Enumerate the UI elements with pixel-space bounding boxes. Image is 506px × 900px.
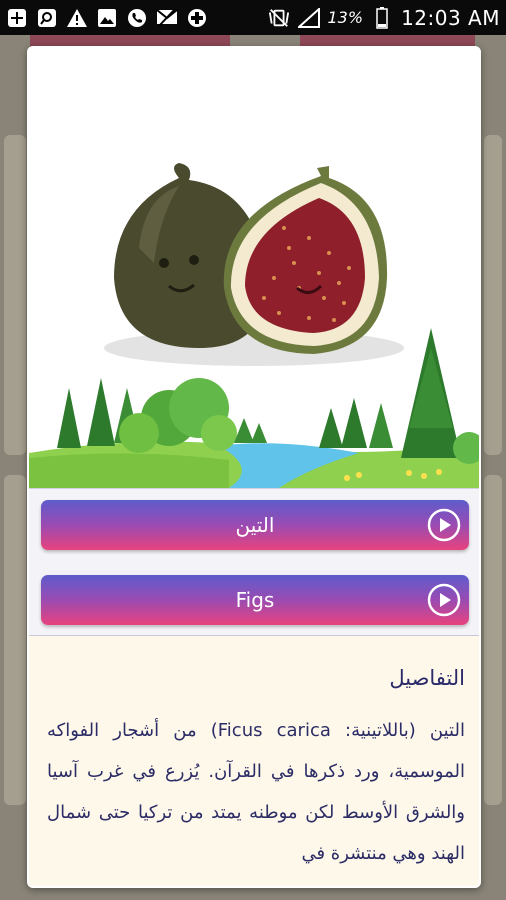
plus-icon (6, 7, 28, 29)
image-icon (96, 7, 118, 29)
play-icon (427, 583, 461, 617)
warning-icon (66, 7, 88, 29)
battery-icon (371, 6, 393, 29)
pronunciation-buttons: التين Figs (29, 488, 479, 636)
fruit-detail-dialog: التين Figs التفاصيل التين (باللاتينية: F… (27, 46, 481, 888)
arabic-name-label: التين (235, 513, 275, 537)
background-card-left (4, 135, 26, 455)
sms-blocked-icon (156, 7, 178, 29)
background-card-right (484, 135, 502, 455)
details-title: التفاصيل (389, 666, 465, 690)
play-arabic-name-button[interactable]: التين (41, 500, 469, 550)
details-section: التفاصيل التين (باللاتينية: Ficus carica… (29, 636, 479, 886)
play-english-name-button[interactable]: Figs (41, 575, 469, 625)
background-card-left-2 (4, 475, 26, 805)
medical-plus-icon (186, 7, 208, 29)
battery-percentage: 13% (327, 8, 364, 27)
vibrate-mute-icon (268, 7, 290, 29)
signal-icon (297, 7, 320, 29)
background-card-right-2 (484, 475, 502, 805)
clock: 12:03 AM (401, 5, 500, 30)
english-name-label: Figs (235, 588, 275, 612)
status-bar: 13% 12:03 AM (0, 0, 506, 35)
play-icon (427, 508, 461, 542)
search-app-icon (36, 7, 58, 29)
fig-illustration (29, 48, 479, 488)
details-text: التين (باللاتينية: Ficus carica) من أشجا… (47, 720, 465, 864)
phone-icon (126, 7, 148, 29)
